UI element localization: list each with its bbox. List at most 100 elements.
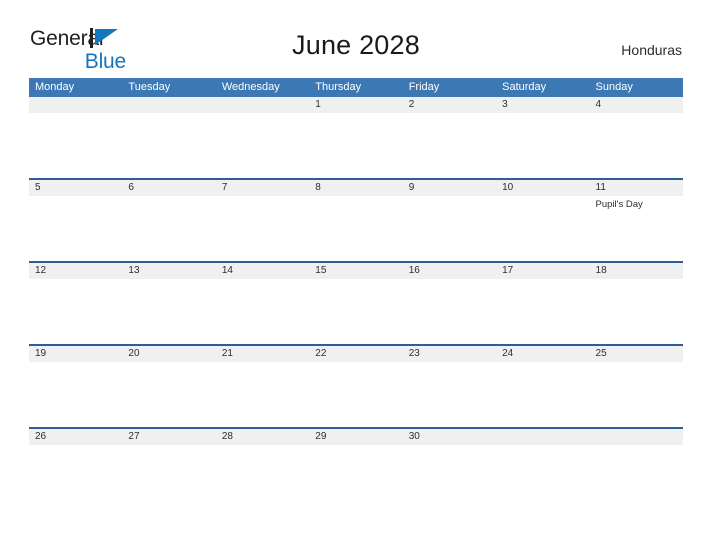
day-number[interactable]: 21: [216, 346, 309, 362]
day-cell[interactable]: [29, 196, 122, 261]
day-cell[interactable]: [590, 362, 683, 427]
day-number-empty: [216, 97, 309, 113]
page-title: June 2028: [292, 30, 420, 60]
day-cell[interactable]: Pupil's Day: [590, 196, 683, 261]
calendar-week-row: 1234: [29, 97, 683, 178]
day-cell[interactable]: [496, 362, 589, 427]
day-cell[interactable]: [122, 362, 215, 427]
day-number[interactable]: 1: [309, 97, 402, 113]
day-cell[interactable]: [29, 279, 122, 344]
day-cell[interactable]: [309, 196, 402, 261]
day-number-empty: [590, 429, 683, 445]
day-number[interactable]: 5: [29, 180, 122, 196]
day-cell[interactable]: [590, 113, 683, 178]
day-cell[interactable]: [216, 362, 309, 427]
day-number[interactable]: 30: [403, 429, 496, 445]
day-cell[interactable]: [216, 279, 309, 344]
day-cell[interactable]: [496, 113, 589, 178]
calendar-weeks: 1 2 3 4 5 6 7 8 9 10 11 Pupil's Day 12 13 14 15 16 17 18 19…: [29, 97, 683, 510]
week-date-strip: 19 20 21 22 23 24 25: [29, 346, 683, 362]
day-number[interactable]: 27: [122, 429, 215, 445]
weekday-header-sunday: Sunday: [595, 81, 633, 93]
day-cell[interactable]: [496, 279, 589, 344]
day-cell[interactable]: [122, 445, 215, 510]
week-body-row: [29, 113, 683, 178]
day-number[interactable]: 29: [309, 429, 402, 445]
country-label: Honduras: [621, 42, 682, 58]
calendar-grid: Monday Tuesday Wednesday Thursday Friday Satu…: [29, 78, 683, 510]
day-number[interactable]: 15: [309, 263, 402, 279]
page-header: General Blue June 2028 Honduras: [0, 0, 712, 72]
day-number[interactable]: 17: [496, 263, 589, 279]
day-number[interactable]: 11: [590, 180, 683, 196]
day-number-empty: [496, 429, 589, 445]
day-cell[interactable]: [122, 196, 215, 261]
day-number[interactable]: 9: [403, 180, 496, 196]
weekday-header-monday: Monday: [35, 81, 75, 93]
weekday-header-saturday: Saturday: [502, 81, 547, 93]
day-number[interactable]: 2: [403, 97, 496, 113]
day-cell-empty: [590, 445, 683, 510]
day-number[interactable]: 12: [29, 263, 122, 279]
day-cell[interactable]: [309, 362, 402, 427]
day-number[interactable]: 23: [403, 346, 496, 362]
week-body-row: [29, 445, 683, 510]
day-cell[interactable]: [216, 445, 309, 510]
day-cell[interactable]: [309, 279, 402, 344]
week-body-row: [29, 279, 683, 344]
weekday-header-tuesday: Tuesday: [128, 81, 171, 93]
day-cell[interactable]: [403, 196, 496, 261]
day-cell[interactable]: [122, 279, 215, 344]
calendar-week-row: 26 27 28 29 30: [29, 427, 683, 510]
day-number-empty: [122, 97, 215, 113]
day-cell-empty: [216, 113, 309, 178]
day-cell[interactable]: [590, 279, 683, 344]
day-cell[interactable]: [403, 279, 496, 344]
day-cell[interactable]: [216, 196, 309, 261]
day-number[interactable]: 14: [216, 263, 309, 279]
day-number[interactable]: 20: [122, 346, 215, 362]
weekday-header-row: Monday Tuesday Wednesday Thursday Friday Satu…: [29, 78, 683, 97]
day-number[interactable]: 10: [496, 180, 589, 196]
week-date-strip: 26 27 28 29 30: [29, 429, 683, 445]
day-number[interactable]: 3: [496, 97, 589, 113]
day-cell[interactable]: [309, 113, 402, 178]
day-number[interactable]: 7: [216, 180, 309, 196]
calendar-week-row: 5 6 7 8 9 10 11 Pupil's Day: [29, 178, 683, 261]
day-number[interactable]: 13: [122, 263, 215, 279]
event-label: Pupil's Day: [595, 199, 643, 210]
day-number[interactable]: 19: [29, 346, 122, 362]
calendar-page: General Blue June 2028 Honduras Monday Tu…: [0, 0, 712, 550]
weekday-header-wednesday: Wednesday: [221, 81, 280, 93]
day-number-empty: [29, 97, 122, 113]
day-number[interactable]: 16: [403, 263, 496, 279]
day-number[interactable]: 28: [216, 429, 309, 445]
day-cell[interactable]: [309, 445, 402, 510]
day-cell[interactable]: [403, 113, 496, 178]
calendar-week-row: 19 20 21 22 23 24 25: [29, 344, 683, 427]
week-body-row: [29, 362, 683, 427]
day-number[interactable]: 8: [309, 180, 402, 196]
day-number[interactable]: 26: [29, 429, 122, 445]
day-cell[interactable]: [496, 196, 589, 261]
day-cell[interactable]: [29, 362, 122, 427]
day-cell[interactable]: [403, 362, 496, 427]
day-number[interactable]: 22: [309, 346, 402, 362]
day-number[interactable]: 6: [122, 180, 215, 196]
day-number[interactable]: 4: [590, 97, 683, 113]
weekday-header-friday: Friday: [408, 81, 440, 93]
day-cell[interactable]: [403, 445, 496, 510]
week-date-strip: 1234: [29, 97, 683, 113]
day-number[interactable]: 24: [496, 346, 589, 362]
day-cell[interactable]: [29, 445, 122, 510]
day-number[interactable]: 18: [590, 263, 683, 279]
weekday-header-thursday: Thursday: [315, 81, 362, 93]
week-date-strip: 5 6 7 8 9 10 11: [29, 180, 683, 196]
calendar-week-row: 12 13 14 15 16 17 18: [29, 261, 683, 344]
day-number[interactable]: 25: [590, 346, 683, 362]
week-body-row: Pupil's Day: [29, 196, 683, 261]
day-cell-empty: [29, 113, 122, 178]
day-cell-empty: [496, 445, 589, 510]
week-date-strip: 12 13 14 15 16 17 18: [29, 263, 683, 279]
day-cell-empty: [122, 113, 215, 178]
